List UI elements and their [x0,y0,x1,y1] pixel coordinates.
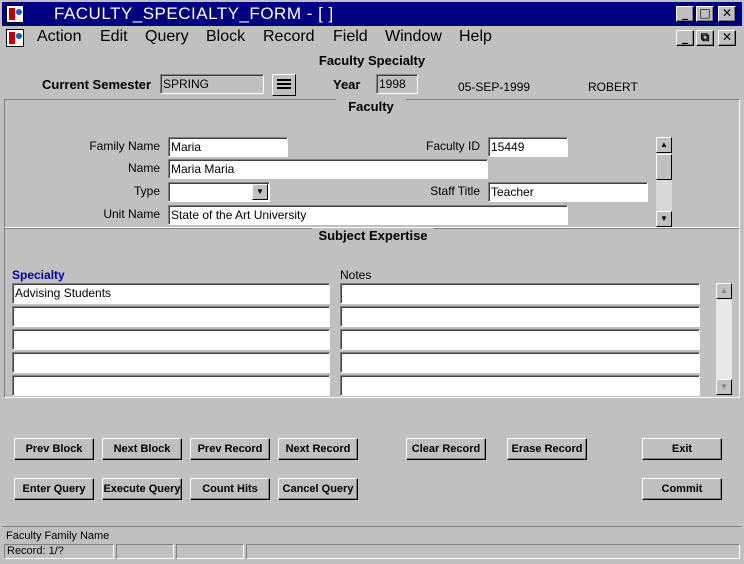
doc-minimize-button[interactable]: _ [676,30,694,46]
app-icon [6,5,24,23]
enter-query-button[interactable]: Enter Query [14,478,94,500]
clear-record-button[interactable]: Clear Record [406,438,486,460]
faculty-id-label: Faculty ID [425,139,480,153]
faculty-id-field[interactable]: 15449 [488,137,568,157]
specialty-cell[interactable] [12,306,330,327]
specialty-header: Specialty [12,268,65,282]
menu-record[interactable]: Record [263,28,315,46]
chevron-down-icon[interactable]: ▼ [252,184,268,200]
staff-title-label: Staff Title [430,184,480,198]
status-hint: Faculty Family Name [6,530,110,542]
faculty-scrollbar[interactable]: ▲ ▼ [656,137,672,227]
maximize-button[interactable]: □ [696,6,714,22]
status-panel [246,544,740,559]
notes-cell[interactable] [340,329,700,350]
menu-query[interactable]: Query [145,28,189,46]
scroll-up-icon[interactable]: ▲ [656,137,672,153]
form-title: Faculty Specialty [318,53,426,68]
notes-header: Notes [340,268,372,282]
unit-name-field[interactable]: State of the Art University [168,205,568,225]
current-semester-field[interactable]: SPRING [160,74,264,94]
notes-cell[interactable] [340,283,700,304]
faculty-section-title: Faculty [336,99,406,114]
title-bar[interactable]: FACULTY_SPECIALTY_FORM - [ ] _ □ ✕ [2,2,742,26]
year-field[interactable]: 1998 [376,74,418,94]
expertise-section-title: Subject Expertise [312,228,434,243]
next-record-button[interactable]: Next Record [278,438,358,460]
scroll-thumb[interactable] [656,154,672,180]
family-name-field[interactable]: Maria [168,137,288,157]
doc-restore-button[interactable]: ⧉ [696,30,714,46]
specialty-cell[interactable]: Advising Students [12,283,330,304]
minimize-button[interactable]: _ [676,6,694,22]
current-user: ROBERT [588,80,638,94]
scroll-down-icon[interactable]: ▼ [716,379,732,395]
status-panel [176,544,244,559]
specialty-cell[interactable] [12,352,330,373]
staff-title-field[interactable]: Teacher [488,182,648,202]
doc-close-button[interactable]: ✕ [718,30,736,46]
menu-action[interactable]: Action [37,28,81,46]
current-semester-label: Current Semester [42,77,152,92]
menu-window[interactable]: Window [385,28,442,46]
exit-button[interactable]: Exit [642,438,722,460]
execute-query-button[interactable]: Execute Query [102,478,182,500]
specialty-cell[interactable] [12,329,330,350]
expertise-scrollbar[interactable]: ▲ ▼ [716,283,732,395]
status-divider [2,526,742,527]
menu-help[interactable]: Help [459,28,492,46]
document-icon [6,29,24,47]
erase-record-button[interactable]: Erase Record [507,438,587,460]
scroll-down-icon[interactable]: ▼ [656,211,672,227]
name-field[interactable]: Maria Maria [168,159,488,179]
notes-cell[interactable] [340,306,700,327]
name-label: Name [127,161,160,175]
next-block-button[interactable]: Next Block [102,438,182,460]
menu-edit[interactable]: Edit [100,28,128,46]
specialty-cell[interactable] [12,375,330,396]
unit-name-label: Unit Name [103,207,160,221]
prev-record-button[interactable]: Prev Record [190,438,270,460]
menu-block[interactable]: Block [206,28,245,46]
scroll-up-icon[interactable]: ▲ [716,283,732,299]
status-panel [116,544,174,559]
menu-field[interactable]: Field [333,28,368,46]
notes-cell[interactable] [340,352,700,373]
count-hits-button[interactable]: Count Hits [190,478,270,500]
prev-block-button[interactable]: Prev Block [14,438,94,460]
list-icon[interactable] [272,74,296,96]
family-name-label: Family Name [89,139,160,153]
window-title: FACULTY_SPECIALTY_FORM - [ ] [54,4,334,23]
current-date: 05-SEP-1999 [458,80,531,94]
year-label: Year [333,77,361,92]
commit-button[interactable]: Commit [642,478,722,500]
type-label: Type [133,184,160,198]
menu-bar: Action Edit Query Block Record Field Win… [2,27,742,49]
close-button[interactable]: ✕ [718,6,736,22]
notes-cell[interactable] [340,375,700,396]
cancel-query-button[interactable]: Cancel Query [278,478,358,500]
status-record: Record: 1/? [4,544,114,559]
